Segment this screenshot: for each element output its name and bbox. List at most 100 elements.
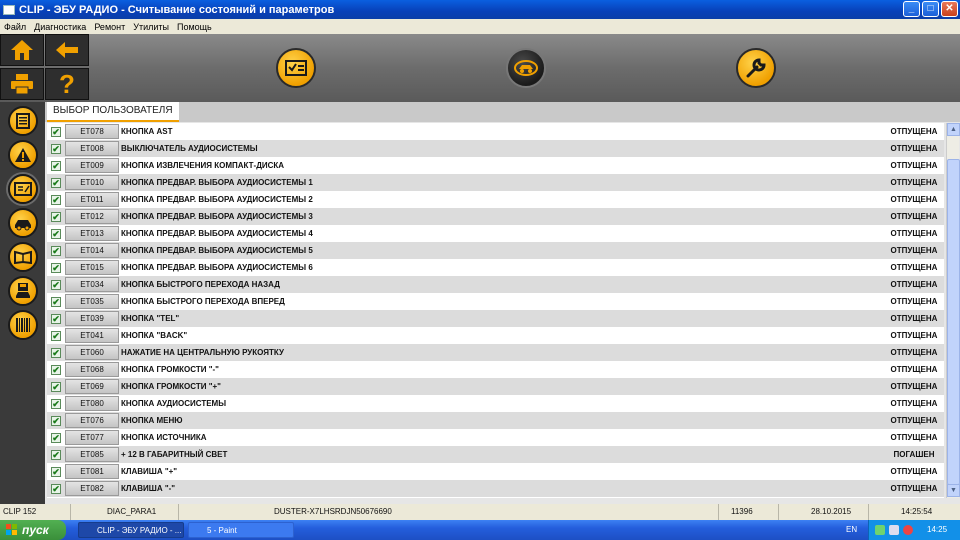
task-clip[interactable]: CLIP - ЭБУ РАДИО - ...: [78, 522, 184, 538]
row-checkbox[interactable]: ✔: [51, 160, 61, 171]
table-row[interactable]: ✔ ET085 + 12 В ГАБАРИТНЫЙ СВЕТ ПОГАШЕН: [47, 446, 944, 463]
row-checkbox[interactable]: ✔: [51, 228, 61, 239]
parameter-code[interactable]: ET035: [65, 294, 119, 309]
row-checkbox[interactable]: ✔: [51, 466, 61, 477]
table-row[interactable]: ✔ ET069 КНОПКА ГРОМКОСТИ "+" ОТПУЩЕНА: [47, 378, 944, 395]
row-checkbox[interactable]: ✔: [51, 449, 61, 460]
table-row[interactable]: ✔ ET081 КЛАВИША "+" ОТПУЩЕНА: [47, 463, 944, 480]
table-row[interactable]: ✔ ET076 КНОПКА МЕНЮ ОТПУЩЕНА: [47, 412, 944, 429]
table-row[interactable]: ✔ ET010 КНОПКА ПРЕДВАР. ВЫБОРА АУДИОСИСТЕМ…: [47, 174, 944, 191]
table-row[interactable]: ✔ ET009 КНОПКА ИЗВЛЕЧЕНИЯ КОМПАКТ-ДИСКА ОТП…: [47, 157, 944, 174]
back-button[interactable]: [45, 34, 89, 66]
parameter-code[interactable]: ET010: [65, 175, 119, 190]
sidebar-parameters-button[interactable]: [8, 174, 38, 204]
table-row[interactable]: ✔ ET014 КНОПКА ПРЕДВАР. ВЫБОРА АУДИОСИСТЕМ…: [47, 242, 944, 259]
sidebar-manual-button[interactable]: [8, 242, 38, 272]
row-checkbox[interactable]: ✔: [51, 194, 61, 205]
parameter-code[interactable]: ET080: [65, 396, 119, 411]
sidebar-save-vehicle-button[interactable]: [8, 276, 38, 306]
table-row[interactable]: ✔ ET039 КНОПКА "TEL" ОТПУЩЕНА: [47, 310, 944, 327]
parameter-code[interactable]: ET076: [65, 413, 119, 428]
sidebar-vehicle-button[interactable]: [8, 208, 38, 238]
menu-file[interactable]: Файл: [0, 22, 30, 32]
table-row[interactable]: ✔ ET012 КНОПКА ПРЕДВАР. ВЫБОРА АУДИОСИСТЕМ…: [47, 208, 944, 225]
menu-repair[interactable]: Ремонт: [90, 22, 129, 32]
sidebar-barcode-button[interactable]: [8, 310, 38, 340]
menu-help[interactable]: Помощь: [173, 22, 216, 32]
parameter-code[interactable]: ET008: [65, 141, 119, 156]
table-row[interactable]: ✔ ET011 КНОПКА ПРЕДВАР. ВЫБОРА АУДИОСИСТЕМ…: [47, 191, 944, 208]
start-button[interactable]: пуск: [0, 520, 66, 540]
tab-user-selection[interactable]: ВЫБОР ПОЛЬЗОВАТЕЛЯ: [47, 102, 179, 122]
table-row[interactable]: ✔ ET013 КНОПКА ПРЕДВАР. ВЫБОРА АУДИОСИСТЕМ…: [47, 225, 944, 242]
parameter-code[interactable]: ET011: [65, 192, 119, 207]
row-checkbox[interactable]: ✔: [51, 211, 61, 222]
table-row[interactable]: ✔ ET082 КЛАВИША "-" ОТПУЩЕНА: [47, 480, 944, 497]
parameter-code[interactable]: ET060: [65, 345, 119, 360]
parameter-code[interactable]: ET039: [65, 311, 119, 326]
table-row[interactable]: ✔ ET080 КНОПКА АУДИОСИСТЕМЫ ОТПУЩЕНА: [47, 395, 944, 412]
row-checkbox[interactable]: ✔: [51, 381, 61, 392]
print-button[interactable]: [0, 68, 44, 100]
sidebar-document-button[interactable]: [8, 106, 38, 136]
parameter-code[interactable]: ET078: [65, 124, 119, 139]
row-checkbox[interactable]: ✔: [51, 415, 61, 426]
parameter-code[interactable]: ET041: [65, 328, 119, 343]
vehicle-scan-button[interactable]: [506, 48, 546, 88]
table-row[interactable]: ✔ ET035 КНОПКА БЫСТРОГО ПЕРЕХОДА ВПЕРЕД ОТП…: [47, 293, 944, 310]
parameter-code[interactable]: ET085: [65, 447, 119, 462]
row-checkbox[interactable]: ✔: [51, 483, 61, 494]
table-row[interactable]: ✔ ET034 КНОПКА БЫСТРОГО ПЕРЕХОДА НАЗАД ОТПУ…: [47, 276, 944, 293]
help-button[interactable]: ?: [45, 68, 89, 100]
parameter-description: КНОПКА ПРЕДВАР. ВЫБОРА АУДИОСИСТЕМЫ 2: [121, 195, 313, 204]
row-checkbox[interactable]: ✔: [51, 296, 61, 307]
parameter-code[interactable]: ET068: [65, 362, 119, 377]
menu-diagnostics[interactable]: Диагностика: [30, 22, 90, 32]
menu-utilities[interactable]: Утилиты: [129, 22, 173, 32]
vertical-scrollbar[interactable]: ▲ ▼: [946, 123, 960, 498]
table-row[interactable]: ✔ ET015 КНОПКА ПРЕДВАР. ВЫБОРА АУДИОСИСТЕМ…: [47, 259, 944, 276]
parameter-code[interactable]: ET081: [65, 464, 119, 479]
repair-button[interactable]: [736, 48, 776, 88]
row-checkbox[interactable]: ✔: [51, 262, 61, 273]
maximize-button[interactable]: □: [922, 1, 939, 17]
table-row[interactable]: ✔ ET041 КНОПКА "BACK" ОТПУЩЕНА: [47, 327, 944, 344]
sidebar-faults-button[interactable]: [8, 140, 38, 170]
scroll-thumb[interactable]: [947, 159, 960, 485]
parameter-code[interactable]: ET012: [65, 209, 119, 224]
table-row[interactable]: ✔ ET008 ВЫКЛЮЧАТЕЛЬ АУДИОСИСТЕМЫ ОТПУЩЕНА: [47, 140, 944, 157]
checklist-button[interactable]: [276, 48, 316, 88]
parameter-code[interactable]: ET013: [65, 226, 119, 241]
parameter-code[interactable]: ET077: [65, 430, 119, 445]
close-button[interactable]: ✕: [941, 1, 958, 17]
table-row[interactable]: ✔ ET068 КНОПКА ГРОМКОСТИ "-" ОТПУЩЕНА: [47, 361, 944, 378]
parameter-code[interactable]: ET009: [65, 158, 119, 173]
row-checkbox[interactable]: ✔: [51, 177, 61, 188]
row-checkbox[interactable]: ✔: [51, 126, 61, 137]
row-checkbox[interactable]: ✔: [51, 432, 61, 443]
table-row[interactable]: ✔ ET077 КНОПКА ИСТОЧНИКА ОТПУЩЕНА: [47, 429, 944, 446]
language-indicator[interactable]: EN: [846, 520, 857, 540]
table-row[interactable]: ✔ ET060 НАЖАТИЕ НА ЦЕНТРАЛЬНУЮ РУКОЯТКУ ОТП…: [47, 344, 944, 361]
row-checkbox[interactable]: ✔: [51, 364, 61, 375]
parameter-code[interactable]: ET082: [65, 481, 119, 496]
parameter-code[interactable]: ET034: [65, 277, 119, 292]
parameter-code[interactable]: ET014: [65, 243, 119, 258]
volume-icon[interactable]: [889, 525, 899, 535]
task-paint[interactable]: 5 - Paint: [188, 522, 294, 538]
row-checkbox[interactable]: ✔: [51, 398, 61, 409]
parameter-code[interactable]: ET069: [65, 379, 119, 394]
parameter-code[interactable]: ET015: [65, 260, 119, 275]
scroll-up-arrow[interactable]: ▲: [947, 123, 960, 136]
row-checkbox[interactable]: ✔: [51, 313, 61, 324]
table-row[interactable]: ✔ ET078 КНОПКА AST ОТПУЩЕНА: [47, 123, 944, 140]
parameter-state: ОТПУЩЕНА: [890, 433, 938, 442]
minimize-button[interactable]: _: [903, 1, 920, 17]
row-checkbox[interactable]: ✔: [51, 245, 61, 256]
row-checkbox[interactable]: ✔: [51, 143, 61, 154]
row-checkbox[interactable]: ✔: [51, 330, 61, 341]
row-checkbox[interactable]: ✔: [51, 279, 61, 290]
home-button[interactable]: [0, 34, 44, 66]
row-checkbox[interactable]: ✔: [51, 347, 61, 358]
scroll-down-arrow[interactable]: ▼: [947, 484, 960, 497]
